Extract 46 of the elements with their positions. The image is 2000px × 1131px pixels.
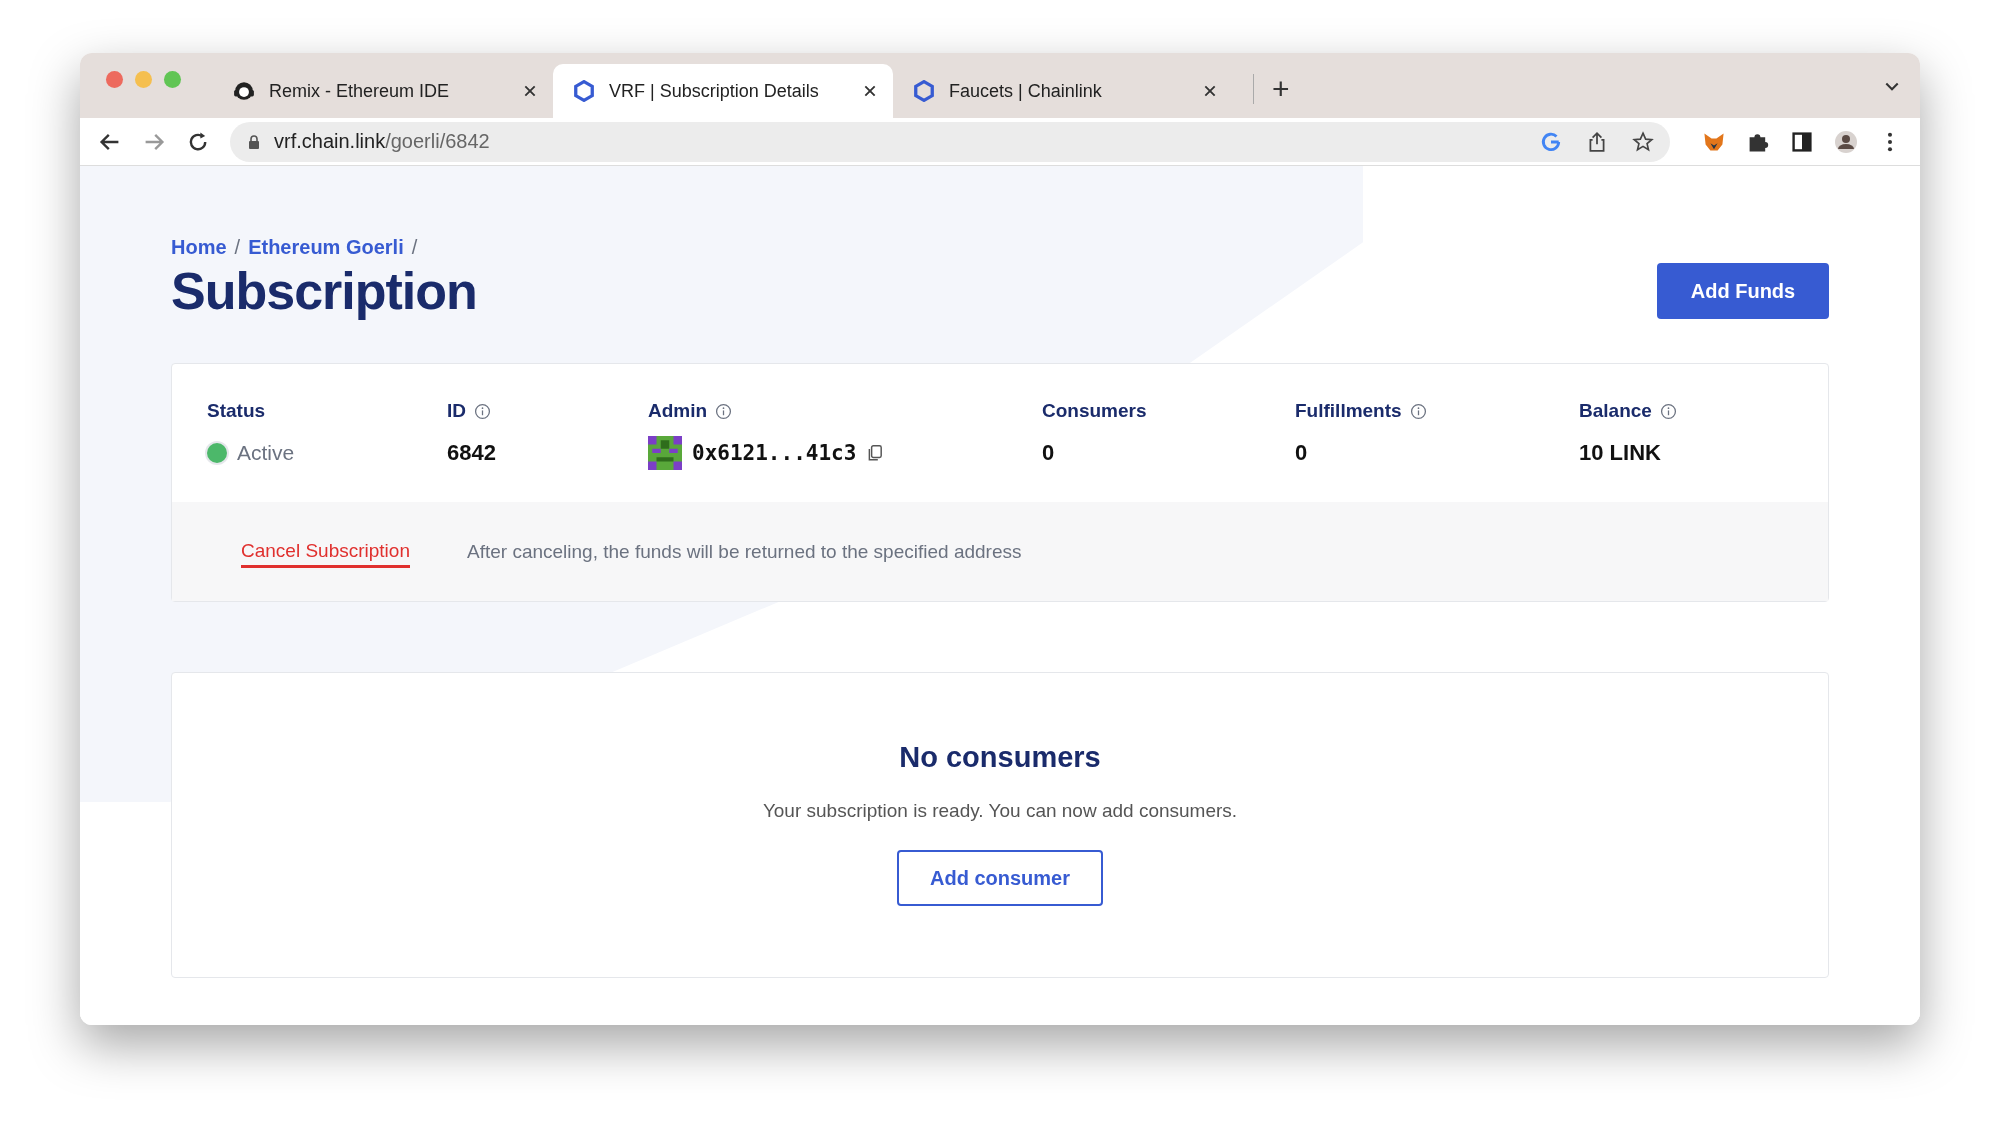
browser-tab[interactable]: Faucets | Chainlink [893, 64, 1233, 118]
lock-icon [248, 134, 260, 149]
chevron-down-icon[interactable] [1884, 81, 1900, 93]
browser-tab[interactable]: VRF | Subscription Details [553, 64, 893, 118]
empty-state-message: Your subscription is ready. You can now add consumers. [762, 800, 1238, 822]
new-tab-button[interactable]: + [1253, 73, 1290, 104]
breadcrumb-separator: / [234, 236, 241, 259]
cancel-subscription-link[interactable]: Cancel Subscription [241, 539, 410, 568]
breadcrumb-separator: / [411, 236, 418, 259]
empty-state-title: No consumers [899, 741, 1101, 774]
stat-value: 0 [1295, 440, 1308, 466]
google-g-icon[interactable] [1540, 130, 1562, 153]
stat-value: 0 [1042, 440, 1055, 466]
stat-label: ID [447, 400, 466, 422]
hexagon-icon [573, 80, 595, 102]
add-consumer-button[interactable]: Add consumer [897, 850, 1103, 906]
close-icon[interactable] [523, 84, 537, 98]
info-icon[interactable] [715, 402, 733, 420]
status-text: Active [237, 441, 295, 465]
stat-value: 10 LINK [1579, 440, 1661, 466]
copy-icon[interactable] [866, 444, 885, 462]
address-bar[interactable]: vrf.chain.link/goerli/6842 [230, 121, 1670, 162]
side-panel-icon[interactable] [1790, 129, 1814, 154]
stat-label: Balance [1579, 400, 1652, 422]
admin-address: 0x6121...41c3 [692, 441, 857, 465]
cancel-note: After canceling, the funds will be returned to the specified address [467, 540, 1022, 563]
stat-label: Fulfillments [1295, 400, 1402, 422]
profile-avatar-icon[interactable] [1834, 129, 1858, 154]
browser-tab[interactable]: Remix - Ethereum IDE [213, 64, 553, 118]
breadcrumb-link[interactable]: Home [171, 236, 227, 259]
info-icon[interactable] [1659, 402, 1677, 420]
info-icon[interactable] [1409, 402, 1427, 420]
page-title: Subscription [171, 261, 477, 321]
stat-label: Status [207, 400, 266, 422]
info-icon[interactable] [474, 402, 491, 420]
stat-value: 6842 [447, 440, 496, 466]
add-funds-button[interactable]: Add Funds [1657, 263, 1829, 319]
stat-label: Consumers [1042, 400, 1147, 422]
stat-label: Admin [648, 400, 708, 422]
close-icon[interactable] [863, 84, 877, 98]
close-icon[interactable] [1203, 84, 1217, 98]
breadcrumb-link[interactable]: Ethereum Goerli [248, 236, 404, 259]
headset-icon [233, 80, 255, 102]
hexagon-icon [913, 80, 935, 102]
identicon-icon [648, 436, 682, 470]
star-icon[interactable] [1632, 130, 1654, 153]
